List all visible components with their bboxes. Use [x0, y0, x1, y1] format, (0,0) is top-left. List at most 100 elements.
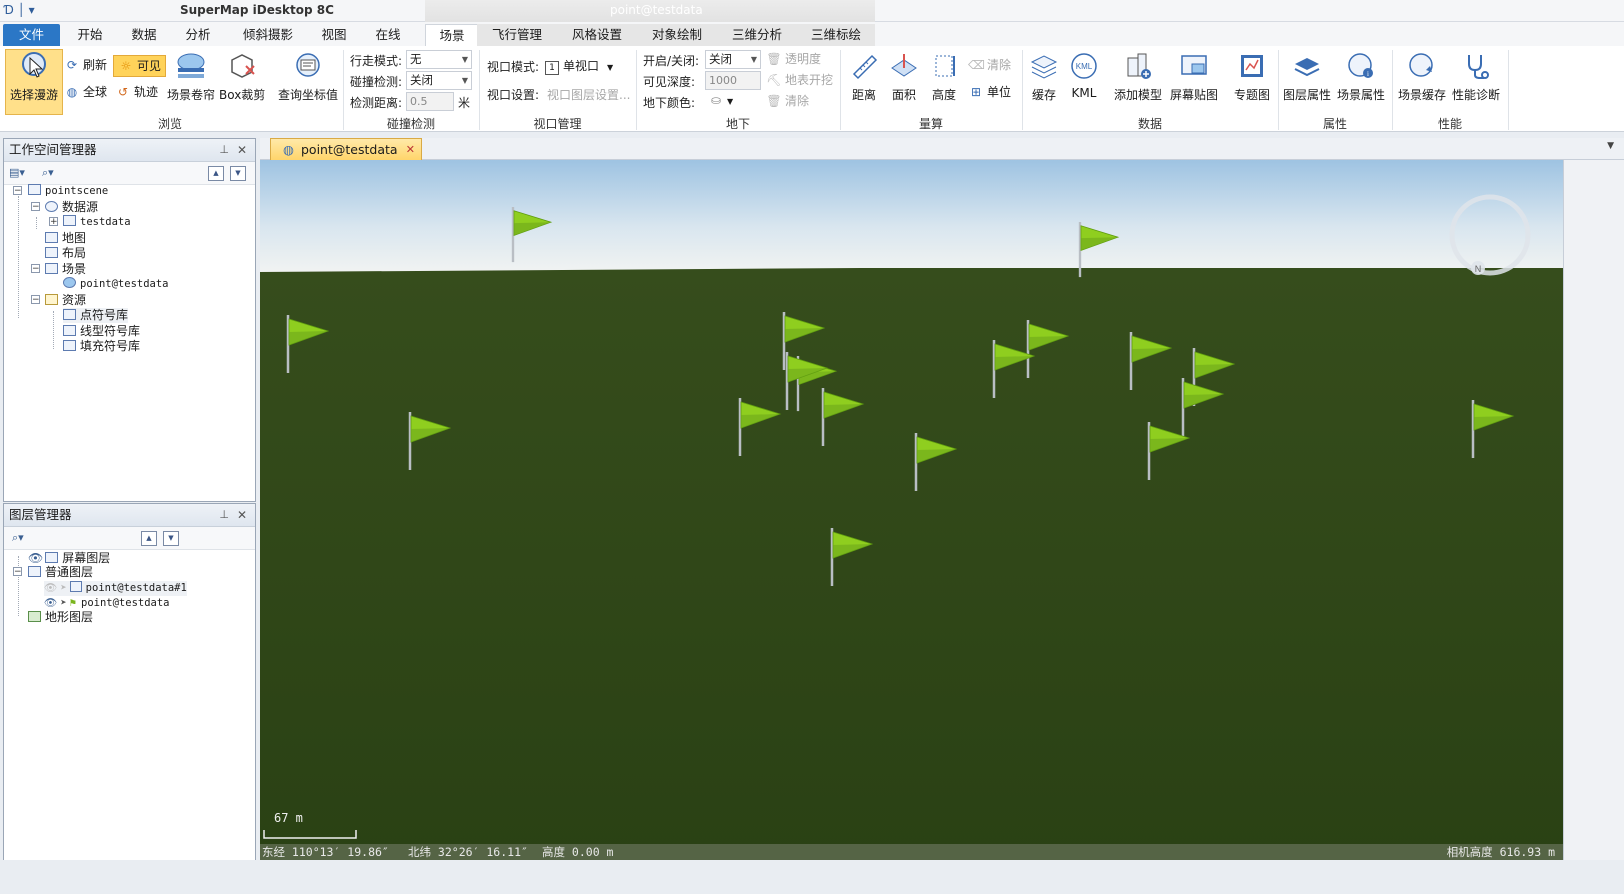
search-icon[interactable]: ⌕▾ [12, 530, 24, 546]
query-coord-button[interactable]: 查询坐标值 [276, 50, 340, 103]
select-arrow-icon[interactable]: ➤ [60, 582, 66, 594]
dropdown-arrow-icon: ▼ [461, 55, 468, 64]
scene-canvas[interactable]: N 67 m [260, 160, 1563, 860]
expand-toggle[interactable]: + [49, 217, 58, 227]
scene-viewport[interactable]: N 67 m [260, 160, 1563, 860]
close-icon[interactable]: ✕ [237, 139, 247, 161]
tree-item-layout[interactable]: 布局 [45, 246, 86, 261]
visible-depth-input[interactable]: 1000 [705, 71, 761, 90]
detect-distance-input[interactable]: 0.5 [406, 92, 454, 111]
viewport-mode-select[interactable]: 1 单视口 ▼ [545, 56, 613, 76]
tab-file[interactable]: 文件 [3, 24, 60, 46]
tree-item-fill-symbols[interactable]: 填充符号库 [63, 339, 140, 354]
tab-online[interactable]: 在线 [368, 24, 408, 46]
expand-toggle[interactable]: − [31, 295, 40, 305]
globe-button[interactable]: ◍ 全球 [64, 82, 107, 102]
tree-item-scene-point[interactable]: point@testdata [63, 277, 169, 292]
tree-item-point-symbols[interactable]: 点符号库 [63, 308, 129, 323]
measure-height-button[interactable]: 高度 [926, 50, 962, 103]
tab-3d-analysis[interactable]: 三维分析 [717, 24, 797, 46]
quick-access-toolbar[interactable]: Ɗ │ ▾ [4, 3, 35, 17]
collision-select[interactable]: 关闭 ▼ [406, 71, 472, 90]
walk-mode-select[interactable]: 无 ▼ [406, 50, 472, 69]
search-icon[interactable]: ⌕▾ [42, 165, 54, 181]
performance-diagnosis-button[interactable]: 性能诊断 [1450, 50, 1502, 103]
viewport-settings-label: 视口设置: [487, 88, 540, 102]
scene-curtain-button[interactable]: 场景卷帘 [165, 50, 217, 103]
scene-cache-icon [1409, 53, 1433, 77]
underground-color-picker[interactable]: ⛀ ▼ [708, 90, 733, 110]
expand-toggle[interactable]: − [31, 202, 40, 212]
box-clip-button[interactable]: Box裁剪 [219, 50, 265, 103]
workspace-open-icon[interactable]: ▤▾ [9, 165, 25, 181]
underground-toggle-select[interactable]: 关闭 ▼ [705, 50, 761, 69]
add-model-button[interactable]: 添加模型 [1112, 50, 1164, 103]
measure-distance-button[interactable]: 距离 [846, 50, 882, 103]
expand-toggle[interactable]: − [31, 264, 40, 274]
tab-view[interactable]: 视图 [314, 24, 354, 46]
viewport-layer-settings-button[interactable]: 视口图层设置... [547, 86, 630, 103]
detect-distance-label: 检测距离: [350, 96, 403, 110]
measure-unit-button[interactable]: ⊞ 单位 [968, 82, 1011, 102]
eye-icon[interactable]: 👁 [44, 597, 57, 609]
layer-group-normal[interactable]: 普通图层 [28, 565, 93, 580]
tree-item-workspace[interactable]: pointscene [28, 184, 108, 199]
expand-toggle[interactable]: − [13, 567, 22, 577]
layer-item-point-2[interactable]: 👁 ➤ ⚑ point@testdata [44, 596, 170, 611]
move-down-icon[interactable]: ▼ [163, 531, 179, 546]
refresh-button[interactable]: ⟳ 刷新 [64, 55, 107, 75]
tree-item-testdata[interactable]: testdata [63, 215, 131, 230]
move-down-icon[interactable]: ▼ [230, 166, 246, 181]
document-tab[interactable]: ◍ point@testdata ✕ [270, 138, 422, 160]
tree-item-map[interactable]: 地图 [45, 231, 86, 246]
select-arrow-icon[interactable]: ➤ [60, 597, 66, 609]
underground-clear-button[interactable]: 🗑 清除 [766, 91, 809, 111]
cache-button[interactable]: 缓存 [1026, 50, 1062, 103]
tab-oblique[interactable]: 倾斜摄影 [236, 24, 300, 46]
group-label-underground: 地下 [725, 117, 750, 131]
visible-button[interactable]: ☼ 可见 [113, 55, 167, 77]
scene-cache-button[interactable]: 场景缓存 [1396, 50, 1448, 103]
tree-item-line-symbols[interactable]: 线型符号库 [63, 324, 140, 339]
select-roam-button[interactable]: 选择漫游 [5, 49, 63, 115]
kml-icon: KML [1071, 53, 1097, 79]
measure-clear-button[interactable]: ⌫ 清除 [968, 55, 1011, 75]
screen-overlay-button[interactable]: 屏幕贴图 [1168, 50, 1220, 103]
layer-group-screen[interactable]: 👁 屏幕图层 [28, 551, 110, 566]
tree-item-datasource[interactable]: 数据源 [45, 200, 98, 215]
pin-icon[interactable]: ⊥ [219, 504, 229, 526]
eye-icon[interactable]: 👁 [44, 582, 57, 594]
scene-properties-button[interactable]: i 场景属性 [1336, 50, 1386, 103]
tree-item-scene[interactable]: 场景 [45, 262, 86, 277]
move-up-icon[interactable]: ▲ [141, 531, 157, 546]
tab-3d-plot[interactable]: 三维标绘 [797, 24, 875, 46]
dropdown-arrow-icon: ▼ [607, 63, 614, 72]
tab-start[interactable]: 开始 [70, 24, 110, 46]
tree-item-resources[interactable]: 资源 [45, 293, 86, 308]
layer-group-terrain[interactable]: 地形图层 [28, 610, 93, 625]
tab-style[interactable]: 风格设置 [557, 24, 637, 46]
dropdown-arrow-icon: ▼ [727, 97, 734, 106]
layer-properties-button[interactable]: 图层属性 [1282, 50, 1332, 103]
status-camera-height: 相机高度 616.93 m [1446, 845, 1555, 859]
measure-area-button[interactable]: 面积 [886, 50, 922, 103]
tab-scene[interactable]: 场景 [425, 24, 479, 47]
kml-button[interactable]: KML KML [1066, 50, 1102, 100]
surface-dig-button[interactable]: ⛏ 地表开挖 [766, 70, 833, 90]
layers-icon [1294, 58, 1320, 77]
transparency-button[interactable]: 🗑 透明度 [766, 49, 821, 69]
move-up-icon[interactable]: ▲ [208, 166, 224, 181]
track-button[interactable]: ↺ 轨迹 [115, 82, 158, 102]
close-icon[interactable]: ✕ [406, 139, 415, 160]
panel-title: 图层管理器 ⊥ ✕ [4, 504, 255, 527]
tab-analysis[interactable]: 分析 [178, 24, 218, 46]
tab-list-dropdown-icon[interactable]: ▼ [1607, 141, 1614, 151]
layer-item-point-1[interactable]: 👁 ➤ point@testdata#1 [44, 581, 187, 596]
expand-toggle[interactable]: − [13, 186, 22, 196]
close-icon[interactable]: ✕ [237, 504, 247, 526]
pin-icon[interactable]: ⊥ [219, 139, 229, 161]
thematic-map-button[interactable]: 专题图 [1230, 50, 1274, 103]
tab-draw[interactable]: 对象绘制 [637, 24, 717, 46]
tab-data[interactable]: 数据 [124, 24, 164, 46]
tab-flight[interactable]: 飞行管理 [477, 24, 557, 46]
